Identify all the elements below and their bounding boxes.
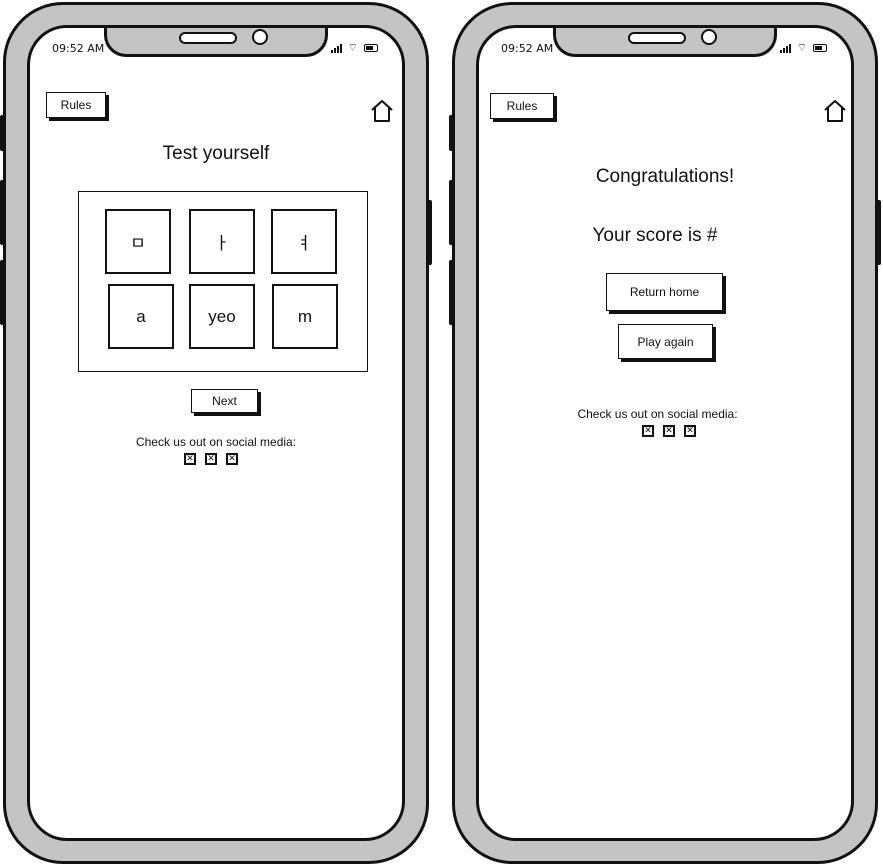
social-links: ✕ ✕ ✕ xyxy=(642,425,696,437)
wifi-icon: ⌔ xyxy=(347,41,358,54)
quiz-screen: 09:52 AM ⌔ Rules Test yourself ㅁ ㅏ ㅕ a y… xyxy=(27,25,405,841)
side-button xyxy=(449,115,454,151)
phone-frame-quiz: 09:52 AM ⌔ Rules Test yourself ㅁ ㅏ ㅕ a y… xyxy=(0,2,432,864)
tile-romanized-a[interactable]: a xyxy=(108,284,174,349)
tile-romanized-m[interactable]: m xyxy=(272,284,338,349)
social-link-3-icon[interactable]: ✕ xyxy=(226,453,238,465)
social-label: Check us out on social media: xyxy=(577,407,738,421)
battery-icon xyxy=(813,44,827,52)
notch xyxy=(104,28,328,57)
tile-romanized-yeo[interactable]: yeo xyxy=(189,284,255,349)
score-text: Your score is # xyxy=(592,225,718,246)
signal-icon xyxy=(779,43,791,53)
signal-icon xyxy=(330,43,342,53)
camera xyxy=(701,29,717,45)
social-link-1-icon[interactable]: ✕ xyxy=(184,453,196,465)
notch xyxy=(553,28,777,57)
social-link-2-icon[interactable]: ✕ xyxy=(663,425,675,437)
tile-korean-m[interactable]: ㅁ xyxy=(105,209,171,274)
side-button xyxy=(876,200,881,265)
battery-icon xyxy=(364,44,378,52)
play-again-button[interactable]: Play again xyxy=(618,324,713,359)
speaker xyxy=(628,32,686,44)
side-button xyxy=(449,260,454,325)
result-screen: 09:52 AM ⌔ Rules Congratulations! Your s… xyxy=(476,25,854,841)
side-button xyxy=(427,200,432,265)
page-title: Test yourself xyxy=(162,143,270,164)
status-time: 09:52 AM xyxy=(52,42,105,55)
home-icon[interactable] xyxy=(369,98,395,124)
return-home-button[interactable]: Return home xyxy=(606,273,723,311)
status-icons: ⌔ xyxy=(330,41,378,54)
congrats-heading: Congratulations! xyxy=(595,166,735,187)
phone-frame-result: 09:52 AM ⌔ Rules Congratulations! Your s… xyxy=(449,2,881,864)
status-icons: ⌔ xyxy=(779,41,827,54)
social-label: Check us out on social media: xyxy=(135,435,297,449)
home-icon[interactable] xyxy=(822,98,848,124)
wifi-icon: ⌔ xyxy=(796,41,807,54)
tile-korean-yeo[interactable]: ㅕ xyxy=(271,209,337,274)
social-link-1-icon[interactable]: ✕ xyxy=(642,425,654,437)
tile-korean-a[interactable]: ㅏ xyxy=(189,209,255,274)
tile-grid: ㅁ ㅏ ㅕ a yeo m xyxy=(78,191,368,372)
next-button[interactable]: Next xyxy=(191,389,258,413)
social-link-2-icon[interactable]: ✕ xyxy=(205,453,217,465)
social-link-3-icon[interactable]: ✕ xyxy=(684,425,696,437)
camera xyxy=(252,29,268,45)
speaker xyxy=(179,32,237,44)
side-button xyxy=(0,115,5,151)
side-button xyxy=(449,180,454,245)
social-links: ✕ ✕ ✕ xyxy=(184,453,238,465)
status-time: 09:52 AM xyxy=(501,42,554,55)
rules-button[interactable]: Rules xyxy=(46,92,106,118)
rules-button[interactable]: Rules xyxy=(490,93,554,119)
side-button xyxy=(0,260,5,325)
side-button xyxy=(0,180,5,245)
